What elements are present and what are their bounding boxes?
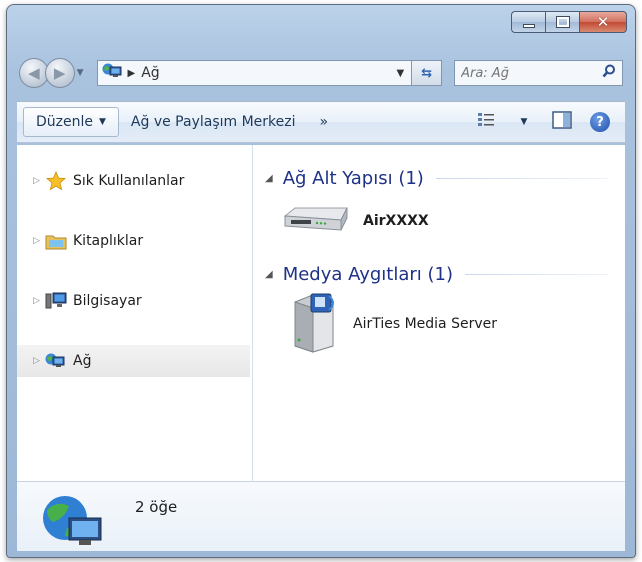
organize-label: Düzenle [36, 114, 93, 130]
content-area: ▷ Sık Kullanılanlar ▷ Kitaplıklar ▷ Bilg… [17, 145, 625, 481]
back-arrow-icon: ◀ [28, 64, 40, 82]
minimize-icon [522, 24, 535, 28]
sidebar-item-label: Ağ [73, 353, 92, 369]
expand-arrow-icon[interactable]: ▷ [33, 236, 45, 246]
sidebar-item-libraries[interactable]: ▷ Kitaplıklar [17, 225, 252, 257]
group-divider [465, 273, 609, 275]
collapse-group-icon[interactable]: ◢ [265, 269, 273, 280]
caption-buttons: ✕ [511, 11, 627, 33]
recent-pages-dropdown[interactable]: ▼ [77, 68, 91, 78]
group-divider [435, 177, 609, 179]
forward-arrow-icon: ▶ [53, 64, 66, 82]
change-view-button[interactable] [471, 108, 501, 136]
group-header-media-devices[interactable]: ◢ Medya Aygıtları (1) [265, 259, 625, 289]
group-title: Medya Aygıtları (1) [282, 263, 454, 285]
library-folder-icon [45, 230, 67, 252]
network-icon [45, 350, 67, 372]
address-dropdown-icon[interactable]: ▼ [389, 68, 411, 79]
item-count: 2 öğe [135, 498, 178, 516]
expand-arrow-icon[interactable]: ▷ [33, 296, 45, 306]
details-pane: 2 öğe [17, 481, 625, 551]
minimize-button[interactable] [511, 11, 545, 33]
view-controls: ▼ ? [471, 108, 625, 136]
computer-icon [45, 290, 67, 312]
expand-arrow-icon[interactable]: ▷ [33, 176, 45, 186]
more-commands-button[interactable]: » [308, 107, 341, 137]
navigation-bar: ◀ ▶ ▼ ▶ Ağ ▼ ⇆ [19, 57, 623, 89]
address-bar[interactable]: ▶ Ağ ▼ [96, 60, 413, 86]
star-icon [45, 170, 67, 192]
sidebar-item-computer[interactable]: ▷ Bilgisayar [17, 285, 252, 317]
search-box[interactable] [454, 60, 623, 86]
network-sharing-center-button[interactable]: Ağ ve Paylaşım Merkezi [119, 107, 308, 137]
sidebar-item-label: Bilgisayar [73, 293, 142, 309]
router-icon [281, 202, 351, 240]
device-item-router[interactable]: AirXXXX [265, 193, 625, 249]
explorer-window: ✕ ◀ ▶ ▼ ▶ Ağ ▼ ⇆ Ara: Ağ Düzenle ▼ Ağ ve… [6, 4, 636, 558]
maximize-icon [555, 16, 570, 28]
chevron-down-icon: ▼ [99, 117, 106, 127]
breadcrumb-network[interactable]: Ağ [141, 65, 389, 81]
search-icon[interactable] [602, 64, 616, 82]
organize-button[interactable]: Düzenle ▼ [23, 107, 119, 137]
close-button[interactable]: ✕ [579, 11, 627, 33]
collapse-group-icon[interactable]: ◢ [265, 173, 273, 184]
device-item-media-server[interactable]: AirTies Media Server [265, 289, 625, 359]
device-name: AirTies Media Server [353, 316, 497, 332]
sidebar-item-label: Sık Kullanılanlar [73, 173, 185, 189]
refresh-button[interactable]: ⇆ [412, 60, 443, 86]
file-list: ◢ Ağ Alt Yapısı (1) AirXXXX ◢ Medya Aygı… [253, 145, 625, 481]
sidebar-item-favorites[interactable]: ▷ Sık Kullanılanlar [17, 165, 252, 197]
forward-button[interactable]: ▶ [44, 58, 75, 88]
expand-arrow-icon[interactable]: ▷ [33, 356, 45, 366]
view-details-icon [477, 112, 495, 132]
refresh-icon: ⇆ [421, 65, 433, 81]
view-options-dropdown[interactable]: ▼ [509, 108, 539, 136]
sidebar-item-network[interactable]: ▷ Ağ [17, 345, 250, 377]
command-bar: Düzenle ▼ Ağ ve Paylaşım Merkezi » ▼ ? [17, 101, 625, 143]
network-globe-icon [41, 492, 105, 554]
preview-pane-icon [552, 111, 572, 133]
maximize-button[interactable] [545, 11, 579, 33]
help-icon: ? [590, 112, 610, 132]
search-input[interactable] [461, 65, 602, 81]
navigation-pane: ▷ Sık Kullanılanlar ▷ Kitaplıklar ▷ Bilg… [17, 145, 253, 481]
device-name: AirXXXX [363, 213, 429, 229]
network-icon [102, 62, 124, 84]
media-server-icon [281, 290, 341, 358]
sidebar-item-label: Kitaplıklar [73, 233, 144, 249]
group-header-infrastructure[interactable]: ◢ Ağ Alt Yapısı (1) [265, 163, 625, 193]
help-button[interactable]: ? [585, 108, 615, 136]
breadcrumb-separator-icon[interactable]: ▶ [128, 68, 136, 79]
preview-pane-button[interactable] [547, 108, 577, 136]
group-title: Ağ Alt Yapısı (1) [282, 167, 424, 189]
chevron-down-icon: ▼ [520, 117, 528, 127]
close-icon: ✕ [596, 13, 610, 31]
